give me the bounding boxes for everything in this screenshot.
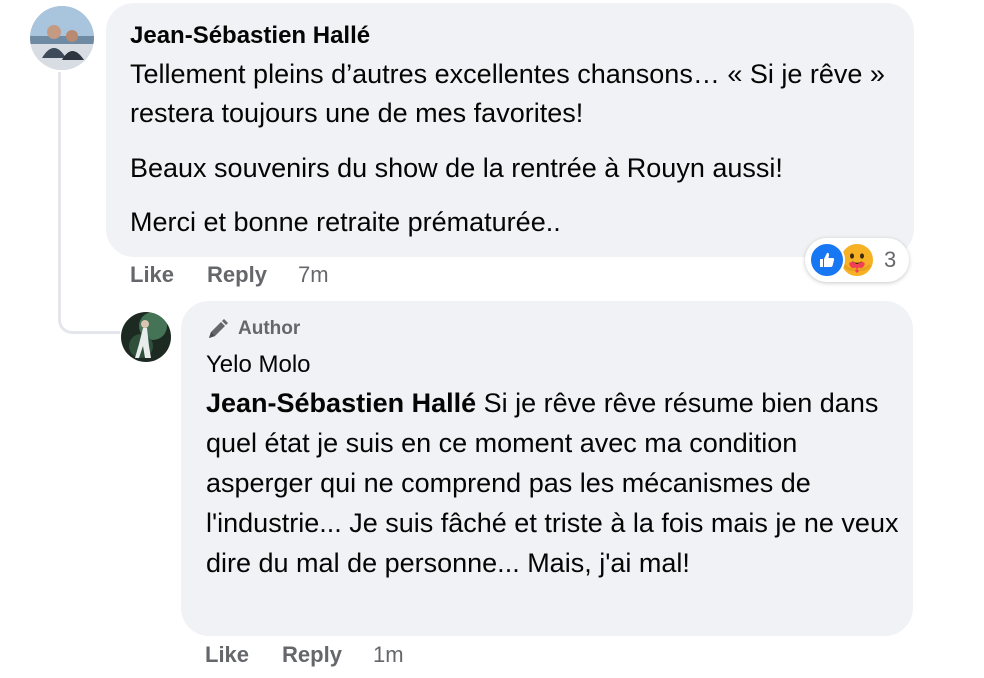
reply-author[interactable]: Yelo Molo — [206, 351, 311, 379]
avatar[interactable] — [121, 312, 171, 362]
like-icon — [809, 242, 845, 278]
comment-bubble: Jean-Sébastien Hallé Tellement pleins d’… — [106, 3, 914, 257]
mention-link[interactable]: Jean-Sébastien Hallé — [206, 388, 476, 418]
timestamp[interactable]: 7m — [298, 262, 329, 288]
reply-button[interactable]: Reply — [207, 262, 267, 288]
like-button[interactable]: Like — [205, 642, 249, 668]
pen-icon — [209, 319, 228, 338]
author-badge-label: Author — [238, 318, 301, 339]
author-badge: Author — [206, 316, 300, 342]
reply-actions: Like Reply 1m — [205, 642, 404, 668]
comment-actions: Like Reply 7m — [130, 262, 329, 288]
comment-author[interactable]: Jean-Sébastien Hallé — [130, 22, 370, 50]
reactions-summary[interactable]: 3 — [805, 238, 909, 282]
avatar[interactable] — [30, 6, 94, 70]
like-button[interactable]: Like — [130, 262, 174, 288]
comment-text: Beaux souvenirs du show de la rentrée à … — [130, 153, 783, 183]
reply-button[interactable]: Reply — [282, 642, 342, 668]
reply-text: Jean-Sébastien Hallé Si je rêve rêve rés… — [206, 383, 906, 583]
timestamp[interactable]: 1m — [373, 642, 404, 668]
reply-bubble: Author Yelo Molo Jean-Sébastien Hallé Si… — [181, 301, 913, 636]
reaction-count: 3 — [884, 247, 897, 272]
comment-text: Tellement pleins d’autres excellentes ch… — [130, 59, 885, 128]
comment-text: Merci et bonne retraite prématurée.. — [130, 207, 561, 237]
